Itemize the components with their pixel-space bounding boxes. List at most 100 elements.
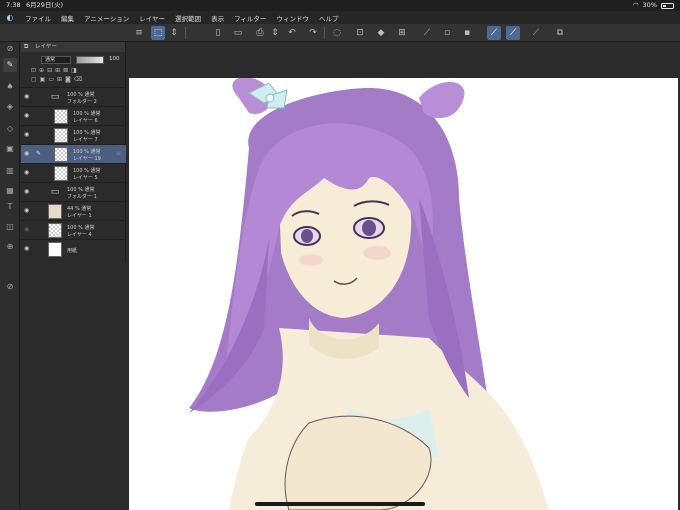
visibility-eye-icon[interactable]: ◉ <box>24 245 29 252</box>
airbrush-icon[interactable]: ◈ <box>3 100 17 114</box>
reference-icon[interactable]: ⊕ <box>39 67 44 76</box>
visibility-eye-icon[interactable]: ◉ <box>24 131 29 138</box>
pen-settings-icon[interactable]: ⟋ <box>487 26 501 40</box>
visibility-eye-icon[interactable]: ◉ <box>24 207 29 214</box>
layer-row[interactable]: ◉ 100 % 通常 レイヤー 6 <box>21 106 126 125</box>
toolbar-divider <box>185 27 186 39</box>
menu-layer[interactable]: レイヤー <box>134 13 170 23</box>
fill-icon[interactable]: ◆ <box>374 26 388 40</box>
figure-icon[interactable]: ▦ <box>3 184 17 198</box>
menu-file[interactable]: ファイル <box>20 13 56 23</box>
menu-filter[interactable]: フィルター <box>229 13 271 23</box>
battery-icon <box>661 2 674 9</box>
new-folder-icon[interactable]: ▭ <box>48 76 54 85</box>
app-logo-icon[interactable]: ◐ <box>0 13 20 22</box>
ribbon-knot <box>265 93 275 103</box>
layer-opacity-mode: 100 % 通常 <box>73 168 101 174</box>
layer-thumbnail <box>54 166 68 181</box>
layer-row[interactable]: ◉ 100 % 通常 レイヤー 4 <box>21 220 126 239</box>
layer-mask-icon[interactable]: ◙ <box>65 76 71 85</box>
brush-icon[interactable]: ♠ <box>3 80 17 94</box>
balloon-icon[interactable]: ⊕ <box>3 240 17 254</box>
layer-row-paper[interactable]: ◉ 用紙 <box>21 239 126 258</box>
visibility-eye-icon[interactable]: ◉ <box>24 188 29 195</box>
new-file-icon[interactable]: ▯ <box>211 26 225 40</box>
menu-edit[interactable]: 編集 <box>56 13 79 23</box>
lock-alpha-icon[interactable]: ⊞ <box>55 67 60 76</box>
crop-icon[interactable]: ⊞ <box>395 26 409 40</box>
opacity-slider[interactable] <box>76 56 104 64</box>
layer-color-icon[interactable]: ◨ <box>71 67 77 76</box>
export-icon[interactable]: ⇕ <box>268 26 282 40</box>
text-icon[interactable]: T <box>3 200 17 214</box>
eraser-settings-icon[interactable]: ⟋ <box>529 26 543 40</box>
menu-help[interactable]: ヘルプ <box>314 13 344 23</box>
paper-thumbnail <box>48 242 62 257</box>
layer-row[interactable]: ◉ ▭ 100 % 通常 フォルダー 2 <box>21 87 126 106</box>
layer-row[interactable]: ◉ ▭ 100 % 通常 フォルダー 1 <box>21 182 126 201</box>
menu-selection[interactable]: 選択範囲 <box>170 13 206 23</box>
open-icon[interactable]: ▭ <box>231 26 245 40</box>
menu-animation[interactable]: アニメーション <box>79 13 134 23</box>
layer-row[interactable]: ◉ 100 % 通常 レイヤー 7 <box>21 125 126 144</box>
merge-down-icon[interactable]: ⊞ <box>57 76 62 85</box>
visibility-eye-icon[interactable]: ◉ <box>24 93 29 100</box>
layer-row[interactable]: ◉ 100 % 通常 レイヤー 5 <box>21 163 126 182</box>
visibility-eye-icon[interactable]: ◉ <box>24 112 29 119</box>
new-vector-layer-icon[interactable]: ▣ <box>40 76 46 85</box>
layer-row[interactable]: ◉ 44 % 通常 レイヤー 1 <box>21 201 126 220</box>
layer-row-selected[interactable]: ◉ ✎ 100 % 通常 レイヤー 19 ≡ <box>21 144 126 163</box>
canvas-workarea[interactable] <box>127 42 680 510</box>
layer-name: レイヤー 19 <box>73 156 101 162</box>
undo-icon[interactable]: ↶ <box>285 26 299 40</box>
blend-mode-select[interactable]: 通常 <box>41 56 71 64</box>
layer-opacity-mode: 100 % 通常 <box>73 111 101 117</box>
menu-window[interactable]: ウィンドウ <box>271 13 314 23</box>
operation-icon[interactable]: ⊘ <box>3 280 17 294</box>
status-time: 7:38 <box>6 1 21 9</box>
folder-icon: ▭ <box>50 187 60 197</box>
gradient-icon[interactable]: ▥ <box>3 164 17 178</box>
spinner-icon[interactable]: ⇕ <box>167 26 181 40</box>
select-icon[interactable]: ⊡ <box>353 26 367 40</box>
save-icon[interactable]: ⎙ <box>253 26 267 40</box>
wifi-icon: ◠ <box>632 1 639 9</box>
layer-opacity-mode: 44 % 通常 <box>67 206 92 212</box>
lock-icon[interactable]: ⊟ <box>47 67 52 76</box>
brush-size-icon[interactable]: ⟋ <box>506 26 520 40</box>
mask-icon[interactable]: ⊠ <box>63 67 68 76</box>
fill-tool-icon[interactable]: ▣ <box>3 142 17 156</box>
share-icon[interactable]: ⧉ <box>553 26 567 40</box>
snap-icon[interactable]: ▫ <box>440 26 454 40</box>
status-date: 6月29日(火) <box>26 1 63 9</box>
layer-name: レイヤー 7 <box>73 137 98 143</box>
layer-opacity-mode: 100 % 通常 <box>73 130 101 136</box>
home-indicator[interactable] <box>255 502 425 506</box>
visibility-eye-icon[interactable]: ◉ <box>24 169 29 176</box>
ruler-icon[interactable]: ⟋ <box>420 26 434 40</box>
eyedropper-icon[interactable]: ⊘ <box>3 42 17 56</box>
transform-icon[interactable]: ⬚ <box>151 26 165 40</box>
eraser-icon[interactable]: ◇ <box>3 122 17 136</box>
layer-panel-header: ⧉ レイヤー <box>21 42 125 52</box>
layer-menu-icon[interactable]: ≡ <box>116 150 121 157</box>
redo-icon[interactable]: ↷ <box>306 26 320 40</box>
menu-view[interactable]: 表示 <box>206 13 229 23</box>
visibility-eye-icon[interactable]: ◉ <box>24 226 29 233</box>
iris-left <box>301 229 313 243</box>
visibility-eye-icon[interactable]: ◉ <box>24 150 29 157</box>
stabilize-icon[interactable]: ▪ <box>460 26 474 40</box>
new-raster-layer-icon[interactable]: ▢ <box>31 76 37 85</box>
drawing-canvas[interactable] <box>129 78 678 510</box>
menu-icon[interactable]: ≡ <box>132 26 146 40</box>
blush-right <box>363 246 391 260</box>
delete-layer-icon[interactable]: ⌫ <box>74 76 82 85</box>
tool-palette: ⊘ ✎ ♠ ◈ ◇ ▣ ▥ ▦ T ◫ ⊕ ⊘ <box>0 42 20 510</box>
command-bar: ≡ ⬚ ⇕ ▯ ▭ ⎙ ⇕ ↶ ↷ ◌ ⊡ ◆ ⊞ ⟋ ▫ ▪ ⟋ ⟋ ⟋ ⧉ <box>0 24 680 42</box>
pen-tool-icon[interactable]: ✎ <box>3 58 17 72</box>
lasso-icon[interactable]: ◌ <box>330 26 344 40</box>
layer-name: レイヤー 6 <box>73 118 98 124</box>
clip-icon[interactable]: ⊡ <box>31 67 36 76</box>
layer-name: レイヤー 4 <box>67 232 92 238</box>
menu-bar: ◐ ファイル 編集 アニメーション レイヤー 選択範囲 表示 フィルター ウィン… <box>0 11 680 24</box>
